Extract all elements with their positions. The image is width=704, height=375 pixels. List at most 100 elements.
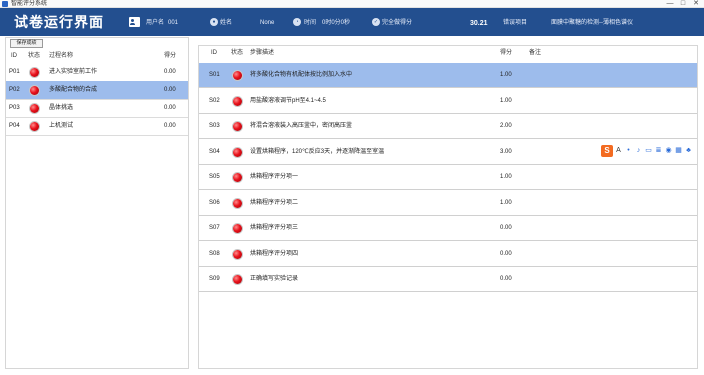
ime-keyboard-icon[interactable]: ▭ [644, 146, 653, 156]
step-id: S02 [209, 98, 220, 104]
error-items-label: 错误项目 [503, 20, 528, 26]
ime-language-icon[interactable]: A [614, 146, 623, 156]
process-score: 0.00 [164, 69, 176, 75]
step-score: 1.00 [500, 200, 512, 206]
step-id: S04 [209, 149, 220, 155]
status-led-icon [30, 68, 39, 77]
step-description: 烘箱程序评分项一 [250, 174, 299, 180]
process-score: 0.00 [164, 123, 176, 129]
column-score: 得分 [500, 50, 513, 56]
step-table-header: ID 状态 步骤描述 得分 备注 [199, 48, 697, 58]
step-row[interactable]: S09 正确填写实验记录 0.00 [199, 267, 697, 292]
process-panel: 保存成绩 ID 状态 过程名称 得分 P01 进入实验室前工作 0.00 P02… [5, 37, 189, 369]
process-score: 0.00 [164, 105, 176, 111]
person-icon: ● [210, 18, 218, 26]
clock-icon: ◔ [293, 18, 301, 26]
step-row[interactable]: S05 烘箱程序评分项一 1.00 [199, 165, 697, 190]
process-row[interactable]: P04 上机测试 0.00 [6, 117, 188, 136]
process-name: 进入实验室前工作 [49, 69, 98, 75]
window-title: 智能评分系统 [11, 1, 48, 7]
name-label: 姓名 [220, 20, 233, 26]
step-description: 设置烘箱程序，120℃反应3天，并逐渐降温至室温 [250, 149, 385, 155]
status-led-icon [233, 275, 242, 284]
step-description: 将多酸化合物有机配体按比例加入水中 [250, 72, 353, 78]
maximize-button[interactable]: □ [677, 0, 689, 8]
process-score: 0.00 [164, 87, 176, 93]
minimize-button[interactable]: — [664, 0, 676, 8]
sogou-ime-logo-icon[interactable]: S [601, 145, 613, 157]
step-id: S07 [209, 225, 220, 231]
save-score-button[interactable]: 保存成绩 [10, 39, 43, 48]
time-value: 0时0分0秒 [322, 20, 351, 26]
score-value: 30.21 [470, 20, 488, 27]
status-led-icon [233, 224, 242, 233]
step-row[interactable]: S07 烘箱程序评分项三 0.00 [199, 216, 697, 241]
process-id: P04 [9, 123, 20, 129]
status-led-icon [30, 86, 39, 95]
process-name: 多酸配合物的合成 [49, 87, 98, 93]
page-title: 试卷运行界面 [14, 14, 104, 30]
experiment-message: 面膜中聚糖的检测--薄相色谱仪 [551, 20, 633, 26]
process-name: 上机测试 [49, 123, 74, 129]
app-icon [2, 1, 8, 7]
step-description: 烘箱程序评分项四 [250, 251, 299, 257]
status-led-icon [233, 71, 242, 80]
username-label: 用户名 [146, 20, 165, 26]
process-id: P02 [9, 87, 20, 93]
ime-skin-icon[interactable]: ◉ [664, 146, 673, 156]
process-row[interactable]: P01 进入实验室前工作 0.00 [6, 63, 188, 82]
ime-toolbar: S A • ♪ ▭ ≣ ◉ ▦ ♣ [601, 145, 704, 157]
score-icon: ✓ [372, 18, 380, 26]
step-score: 3.00 [500, 149, 512, 155]
step-row-selected[interactable]: S01 将多酸化合物有机配体按比例加入水中 1.00 [199, 63, 697, 88]
step-score: 0.00 [500, 225, 512, 231]
step-id: S08 [209, 251, 220, 257]
step-row[interactable]: S03 将混合溶液装入高压釜中，密闭高压釜 2.00 [199, 114, 697, 139]
status-led-icon [30, 122, 39, 131]
user-card-icon [129, 17, 140, 27]
process-id: P03 [9, 105, 20, 111]
ime-toolbox-icon[interactable]: ▦ [674, 146, 683, 156]
step-panel: ID 状态 步骤描述 得分 备注 S01 将多酸化合物有机配体按比例加入水中 1… [198, 45, 698, 369]
close-button[interactable]: ✕ [690, 0, 702, 8]
step-description: 正确填写实验记录 [250, 276, 299, 282]
status-led-icon [233, 148, 242, 157]
column-step-description: 步骤描述 [250, 50, 275, 56]
column-status: 状态 [28, 53, 41, 59]
column-remark: 备注 [529, 50, 542, 56]
column-id: ID [211, 50, 217, 56]
status-led-icon [233, 250, 242, 259]
status-led-icon [30, 104, 39, 113]
process-table-header: ID 状态 过程名称 得分 [6, 51, 188, 61]
step-score: 1.00 [500, 174, 512, 180]
step-description: 将混合溶液装入高压釜中，密闭高压釜 [250, 123, 353, 129]
window-title-bar: 智能评分系统 — □ ✕ [0, 0, 704, 8]
score-label: 完全做得分 [382, 20, 413, 26]
step-score: 0.00 [500, 276, 512, 282]
column-process-name: 过程名称 [49, 53, 74, 59]
status-led-icon [233, 97, 242, 106]
step-id: S05 [209, 174, 220, 180]
step-id: S09 [209, 276, 220, 282]
ime-voice-icon[interactable]: ♪ [634, 146, 643, 156]
column-id: ID [11, 53, 17, 59]
username-value: 001 [168, 20, 179, 26]
step-score: 2.00 [500, 123, 512, 129]
step-description: 用盐酸溶液调节pH至4.1~4.5 [250, 98, 326, 104]
process-id: P01 [9, 69, 20, 75]
step-row[interactable]: S06 烘箱程序评分项二 1.00 [199, 191, 697, 216]
ime-punctuation-icon[interactable]: • [624, 146, 633, 156]
ime-menu-icon[interactable]: ≣ [654, 146, 663, 156]
process-row-selected[interactable]: P02 多酸配合物的合成 0.00 [6, 81, 188, 100]
step-row[interactable]: S02 用盐酸溶液调节pH至4.1~4.5 1.00 [199, 89, 697, 114]
step-description: 烘箱程序评分项三 [250, 225, 299, 231]
process-name: 晶体挑选 [49, 105, 74, 111]
status-led-icon [233, 173, 242, 182]
step-score: 0.00 [500, 251, 512, 257]
ime-more-icon[interactable]: ♣ [684, 146, 693, 156]
step-id: S06 [209, 200, 220, 206]
time-label: 时间 [304, 20, 317, 26]
header-bar: 试卷运行界面 用户名 001 ● 姓名 None ◔ 时间 0时0分0秒 ✓ 完… [0, 8, 704, 36]
step-row[interactable]: S08 烘箱程序评分项四 0.00 [199, 242, 697, 267]
process-row[interactable]: P03 晶体挑选 0.00 [6, 99, 188, 118]
